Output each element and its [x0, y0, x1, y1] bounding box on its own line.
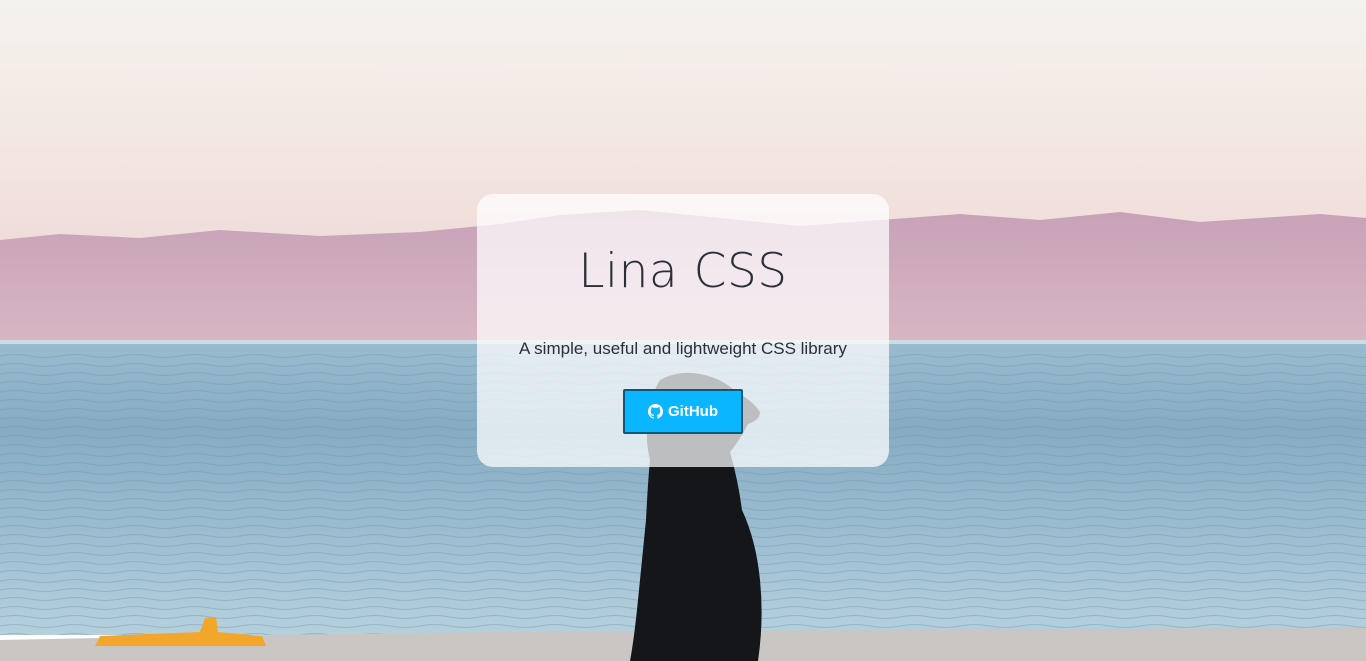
hero-card: Lina CSS A simple, useful and lightweigh… [477, 194, 889, 467]
tagline: A simple, useful and lightweight CSS lib… [519, 339, 847, 358]
github-button[interactable]: GitHub [623, 389, 743, 434]
github-icon [648, 404, 663, 419]
page-title: Lina CSS [578, 244, 788, 299]
github-button-label: GitHub [668, 403, 718, 420]
landing-page: Lina CSS A simple, useful and lightweigh… [0, 0, 1366, 661]
